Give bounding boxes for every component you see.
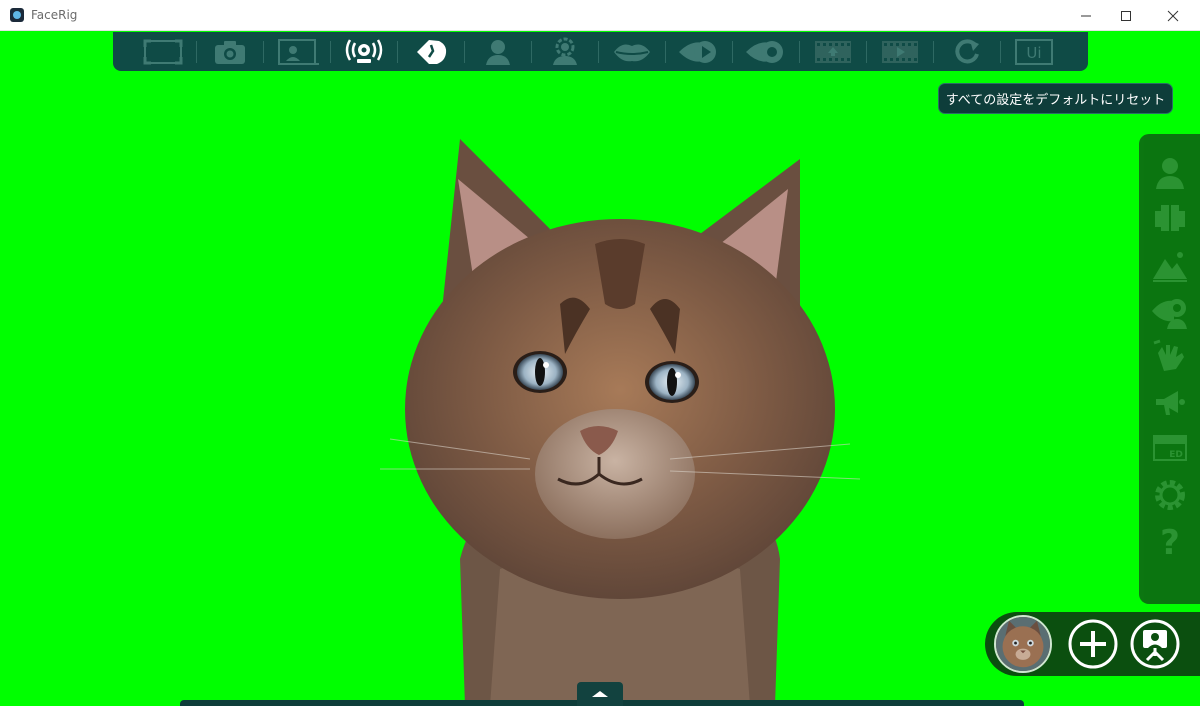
- maximize-button[interactable]: [1106, 0, 1146, 31]
- sidebar-item-help[interactable]: ?: [1139, 518, 1200, 564]
- cat-avatar-thumbnail: [996, 617, 1050, 671]
- camera-icon: [214, 40, 245, 64]
- cat-avatar: [380, 139, 860, 706]
- chevron-up-icon: [592, 691, 608, 697]
- toolbar-reset[interactable]: [933, 32, 1000, 71]
- film-play-icon: [881, 40, 918, 63]
- sidebar-item-scenery[interactable]: [1139, 242, 1200, 288]
- minimize-icon: [1081, 15, 1091, 16]
- sidebar-item-avatar[interactable]: [1139, 150, 1200, 196]
- ui-toggle-label: Ui: [1026, 44, 1041, 62]
- plus-circle-icon: [1068, 619, 1118, 669]
- lips-icon: [613, 43, 650, 61]
- mountain-icon: [1152, 252, 1187, 282]
- toolbar-ui-toggle[interactable]: Ui: [1000, 32, 1067, 71]
- avatar-controls: [985, 612, 1200, 676]
- toolbar-avatar-settings[interactable]: [531, 32, 598, 71]
- hand-icon: [1153, 339, 1184, 371]
- right-sidebar: ED ?: [1139, 134, 1200, 604]
- eye-record-icon: [745, 40, 783, 63]
- ed-screen-icon: ED: [1152, 435, 1187, 461]
- facerig-logo-icon: [10, 8, 24, 22]
- close-button[interactable]: [1146, 0, 1200, 31]
- eye-play-icon: [678, 40, 716, 63]
- avatar-icon: [1155, 158, 1184, 189]
- toolbar-film-play[interactable]: [866, 32, 933, 71]
- environment-icon: [1154, 201, 1185, 237]
- help-icon: ?: [1160, 523, 1180, 561]
- add-avatar-button[interactable]: [1067, 618, 1119, 670]
- close-icon: [1167, 10, 1179, 21]
- film-upload-icon: [814, 40, 851, 63]
- top-toolbar: Ui: [113, 32, 1088, 71]
- avatar-user-icon: [485, 39, 510, 65]
- sidebar-item-settings[interactable]: [1139, 472, 1200, 518]
- reset-icon: [954, 38, 979, 63]
- toolbar-screenshot[interactable]: [196, 32, 263, 71]
- window-title: FaceRig: [31, 8, 78, 22]
- toolbar-tracking[interactable]: [330, 32, 397, 71]
- toolbar-avatar[interactable]: [464, 32, 531, 71]
- gear-icon: [1154, 480, 1185, 510]
- avatar-settings-icon: [552, 37, 577, 65]
- window-controls: [1066, 0, 1200, 31]
- face-calibrate-icon: [416, 39, 446, 64]
- maximize-icon: [1121, 10, 1131, 21]
- megaphone-icon: [1155, 391, 1185, 415]
- toolbar-eye-play[interactable]: [665, 32, 732, 71]
- sidebar-item-audio[interactable]: [1139, 380, 1200, 426]
- broadcast-frame-icon: [277, 38, 319, 65]
- toolbar-eye-record[interactable]: [732, 32, 799, 71]
- sidebar-item-gestures[interactable]: [1139, 334, 1200, 380]
- toolbar-lips[interactable]: [598, 32, 665, 71]
- camera-tripod-icon: [1130, 619, 1180, 669]
- current-avatar-thumbnail[interactable]: [994, 615, 1052, 673]
- camera-tracking-icon: [1151, 299, 1187, 329]
- toolbar-film-upload[interactable]: [799, 32, 866, 71]
- title-bar: FaceRig: [0, 0, 1200, 31]
- help-label: ?: [1160, 523, 1180, 561]
- reset-tooltip: すべての設定をデフォルトにリセット: [938, 83, 1173, 114]
- sidebar-item-editor[interactable]: ED: [1139, 426, 1200, 472]
- expand-panel-tab[interactable]: [577, 682, 623, 706]
- toolbar-broadcast[interactable]: [263, 32, 330, 71]
- minimize-button[interactable]: [1066, 0, 1106, 31]
- webcam-tracking-icon: [345, 38, 382, 63]
- sidebar-item-tracking[interactable]: [1139, 288, 1200, 334]
- record-camera-button[interactable]: [1129, 618, 1181, 670]
- ui-toggle-icon: Ui: [1014, 38, 1053, 65]
- fullscreen-icon: [143, 39, 182, 64]
- avatar-stage: Ui すべての設定をデフォルトにリセット ED ?: [0, 31, 1200, 706]
- sidebar-item-environment[interactable]: [1139, 196, 1200, 242]
- toolbar-fullscreen[interactable]: [129, 32, 196, 71]
- ed-label: ED: [1169, 450, 1183, 460]
- toolbar-calibrate[interactable]: [397, 32, 464, 71]
